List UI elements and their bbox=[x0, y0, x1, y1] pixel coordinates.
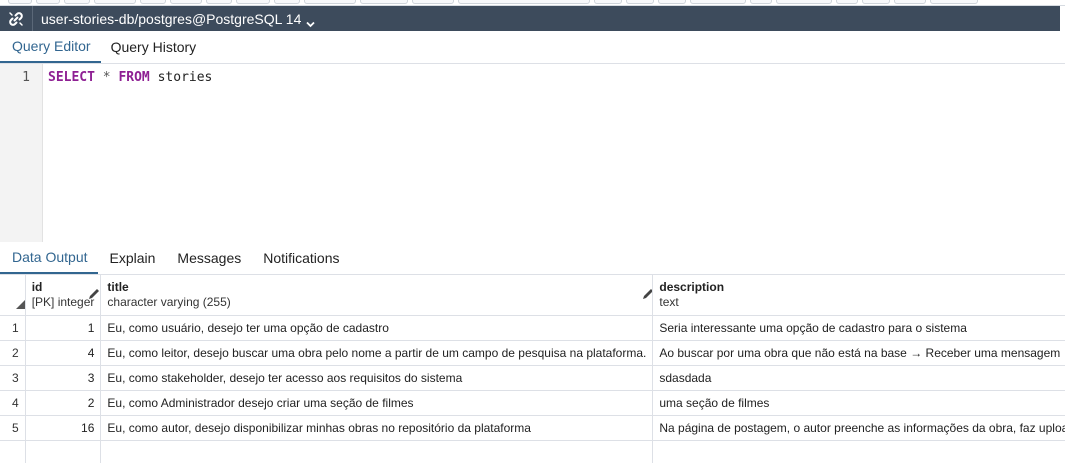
column-header-title[interactable]: title character varying (255) bbox=[100, 275, 654, 316]
empty-cell bbox=[100, 440, 654, 463]
chevron-down-icon[interactable] bbox=[306, 15, 316, 28]
sql-code-line[interactable]: SELECT * FROM stories bbox=[48, 70, 212, 85]
table-row[interactable]: 2 4 Eu, como leitor, desejo buscar uma o… bbox=[0, 340, 1065, 366]
select-all-corner[interactable] bbox=[0, 275, 26, 316]
cell-id[interactable]: 4 bbox=[25, 340, 102, 366]
results-table: id [PK] integer title character varying … bbox=[0, 275, 1065, 463]
header-row: id [PK] integer title character varying … bbox=[0, 275, 1065, 316]
line-number: 1 bbox=[22, 70, 30, 85]
column-name: title bbox=[107, 280, 129, 294]
tab-data-output[interactable]: Data Output bbox=[0, 242, 98, 274]
line-gutter: 1 bbox=[0, 64, 43, 242]
sql-editor[interactable]: 1 SELECT * FROM stories bbox=[0, 64, 1065, 243]
column-header-id[interactable]: id [PK] integer bbox=[25, 275, 102, 316]
cell-title[interactable]: Eu, como Administrador desejo criar uma … bbox=[100, 390, 654, 416]
empty-row bbox=[0, 440, 1065, 463]
row-number[interactable]: 4 bbox=[0, 390, 26, 416]
tab-messages[interactable]: Messages bbox=[165, 242, 251, 274]
column-type: [PK] integer bbox=[31, 295, 95, 309]
row-number[interactable]: 5 bbox=[0, 415, 26, 441]
table-row[interactable]: 4 2 Eu, como Administrador desejo criar … bbox=[0, 390, 1065, 416]
cell-title[interactable]: Eu, como usuário, desejo ter uma opção d… bbox=[100, 315, 654, 341]
table-row[interactable]: 1 1 Eu, como usuário, desejo ter uma opç… bbox=[0, 315, 1065, 341]
empty-cell bbox=[25, 440, 102, 463]
pencil-icon bbox=[643, 289, 652, 299]
cell-title[interactable]: Eu, como stakeholder, desejo ter acesso … bbox=[100, 365, 654, 391]
pencil-icon bbox=[88, 289, 99, 299]
results-grid[interactable]: id [PK] integer title character varying … bbox=[0, 275, 1065, 463]
cell-description[interactable]: sdasdada bbox=[652, 365, 1065, 391]
tab-explain[interactable]: Explain bbox=[98, 242, 166, 274]
tab-notifications[interactable]: Notifications bbox=[251, 242, 349, 274]
table-row[interactable]: 3 3 Eu, como stakeholder, desejo ter ace… bbox=[0, 365, 1065, 391]
row-number[interactable]: 1 bbox=[0, 315, 26, 341]
cell-description[interactable]: Ao buscar por uma obra que não está na b… bbox=[652, 340, 1065, 366]
link-icon bbox=[0, 6, 33, 31]
table-row[interactable]: 5 16 Eu, como autor, desejo disponibiliz… bbox=[0, 415, 1065, 441]
cell-description[interactable]: Na página de postagem, o autor preenche … bbox=[652, 415, 1065, 441]
cell-id[interactable]: 1 bbox=[25, 315, 102, 341]
row-number[interactable]: 2 bbox=[0, 340, 26, 366]
cell-id[interactable]: 3 bbox=[25, 365, 102, 391]
tab-query-history[interactable]: Query History bbox=[101, 31, 207, 63]
column-name: description bbox=[659, 280, 725, 294]
cell-id[interactable]: 16 bbox=[25, 415, 102, 441]
cell-title[interactable]: Eu, como leitor, desejo buscar uma obra … bbox=[100, 340, 654, 366]
cell-description[interactable]: uma seção de filmes bbox=[652, 390, 1065, 416]
column-type: text bbox=[659, 295, 679, 309]
tab-query-editor[interactable]: Query Editor bbox=[0, 31, 101, 63]
cell-id[interactable]: 2 bbox=[25, 390, 102, 416]
output-tabs: Data Output Explain Messages Notificatio… bbox=[0, 242, 1065, 275]
keyword-from: FROM bbox=[118, 70, 150, 85]
row-number[interactable]: 3 bbox=[0, 365, 26, 391]
connection-bar[interactable]: user-stories-db/postgres@PostgreSQL 14 bbox=[0, 6, 1060, 31]
column-name: id bbox=[31, 280, 43, 294]
keyword-select: SELECT bbox=[48, 70, 95, 85]
select-all-icon bbox=[16, 299, 25, 309]
empty-cell bbox=[652, 440, 1065, 463]
empty-cell bbox=[0, 440, 26, 463]
cell-description[interactable]: Seria interessante uma opção de cadastro… bbox=[652, 315, 1065, 341]
cell-title[interactable]: Eu, como autor, desejo disponibilizar mi… bbox=[100, 415, 654, 441]
editor-tabs: Query Editor Query History bbox=[0, 31, 1065, 64]
operator-star: * bbox=[94, 70, 119, 85]
table-identifier: stories bbox=[149, 70, 213, 85]
column-type: character varying (255) bbox=[107, 295, 231, 309]
connection-label: user-stories-db/postgres@PostgreSQL 14 bbox=[41, 10, 302, 27]
column-header-description[interactable]: description text bbox=[652, 275, 1065, 316]
